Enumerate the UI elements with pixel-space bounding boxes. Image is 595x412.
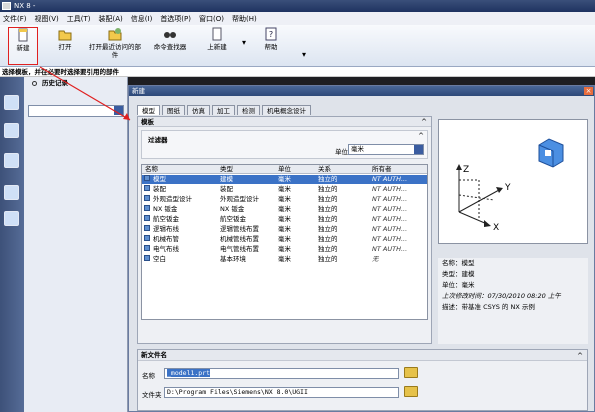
annotation-arrow — [39, 66, 131, 121]
